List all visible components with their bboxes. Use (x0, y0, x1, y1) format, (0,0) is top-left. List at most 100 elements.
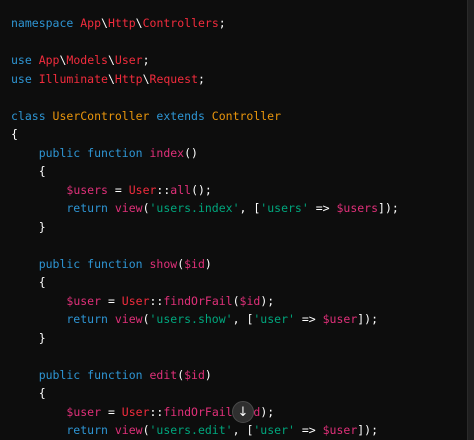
code-token: , [ (232, 423, 254, 437)
code-line: public function edit($id) (11, 366, 399, 385)
code-token: edit (149, 367, 178, 382)
code-token: return (11, 423, 115, 437)
code-token: ( (142, 423, 150, 437)
code-token: User (114, 53, 143, 67)
arrow-down-icon: ↓ (237, 405, 249, 420)
code-token: $id (184, 256, 205, 271)
scrollbar-track[interactable] (467, 0, 474, 440)
code-token: $user (66, 404, 102, 419)
code-token: 'users.index' (149, 201, 240, 215)
code-token: $id (184, 367, 205, 382)
code-line: class UserController extends Controller (11, 107, 399, 126)
code-token: :: (149, 293, 164, 308)
code-line: $user = User::findOrFail($id); (11, 403, 399, 422)
code-line: { (11, 125, 399, 144)
code-token: ) (204, 256, 212, 271)
code-token: User (121, 293, 150, 308)
code-token: 'user' (253, 423, 295, 437)
code-token: => (294, 423, 323, 437)
code-token: public function (11, 256, 150, 271)
code-token: { (11, 386, 46, 400)
code-line: } (11, 329, 399, 348)
code-token: findOrFail (163, 293, 233, 308)
code-token: :: (156, 182, 171, 197)
code-token: => (308, 201, 337, 215)
code-token: extends (149, 108, 212, 123)
code-token: = (101, 404, 122, 419)
code-token: } (11, 330, 46, 345)
code-line: $user = User::findOrFail($id); (11, 292, 399, 311)
code-token: index (149, 145, 185, 160)
code-token: all (170, 182, 192, 197)
code-block: namespace App\Http\Controllers; use App\… (11, 14, 399, 440)
code-token: ( (142, 312, 150, 326)
code-line: public function show($id) (11, 255, 399, 274)
code-token: ; (142, 53, 150, 67)
code-line: return view('users.edit', ['user' => $us… (11, 421, 399, 440)
code-token: :: (149, 404, 164, 419)
code-token: ]); (357, 312, 379, 326)
code-token: \ (135, 16, 143, 30)
code-token: class (11, 108, 53, 123)
code-token: ( (142, 201, 150, 215)
code-token: Http (114, 71, 143, 86)
code-token: $user (66, 293, 102, 308)
code-token: return (11, 201, 115, 215)
code-token: Request (149, 71, 198, 86)
code-token: view (114, 312, 143, 326)
code-token: App (80, 16, 102, 30)
code-token: { (11, 127, 18, 141)
code-token: , [ (232, 312, 254, 326)
code-token: public function (11, 145, 150, 160)
code-token: ); (260, 293, 275, 308)
code-token: namespace (11, 16, 81, 30)
code-token: ; (218, 16, 226, 30)
code-token: App (38, 53, 60, 67)
code-token: Models (66, 53, 108, 67)
code-line: { (11, 162, 399, 181)
code-token: ( (232, 293, 240, 308)
code-token: UserController (52, 108, 150, 123)
code-line: public function index() (11, 144, 399, 163)
code-token: \ (107, 53, 115, 67)
code-token: User (128, 182, 157, 197)
code-token: { (11, 275, 46, 289)
code-token: return (11, 312, 115, 326)
code-token: Controller (211, 108, 282, 123)
code-token: findOrFail (163, 404, 233, 419)
code-token: $user (322, 423, 358, 437)
code-token: view (114, 201, 143, 215)
code-token: use (11, 71, 39, 86)
code-token: view (114, 423, 143, 437)
code-line: return view('users.show', ['user' => $us… (11, 310, 399, 329)
code-token: Controllers (142, 16, 219, 30)
code-token: \ (107, 71, 115, 86)
code-token: \ (142, 71, 150, 86)
code-token: ]); (357, 423, 379, 437)
scroll-down-button[interactable]: ↓ (232, 401, 254, 423)
code-token: , [ (239, 201, 261, 215)
code-line: $users = User::all(); (11, 181, 399, 200)
code-token: public function (11, 367, 150, 382)
code-token: ); (260, 404, 275, 419)
code-token: = (107, 182, 129, 197)
code-token: 'users.edit' (149, 423, 233, 437)
code-token: $users (336, 201, 379, 215)
code-token: => (294, 312, 323, 326)
code-token: User (121, 404, 150, 419)
code-line: return view('users.index', ['users' => $… (11, 199, 398, 218)
code-viewer: namespace App\Http\Controllers; use App\… (0, 0, 474, 440)
code-token: { (11, 164, 46, 178)
code-token: \ (101, 16, 108, 30)
code-token: ) (204, 367, 212, 382)
code-line: namespace App\Http\Controllers; (11, 14, 399, 33)
code-token: } (11, 219, 46, 234)
code-line: { (11, 384, 399, 403)
code-token: 'users.show' (149, 312, 233, 326)
code-token: () (184, 145, 198, 160)
